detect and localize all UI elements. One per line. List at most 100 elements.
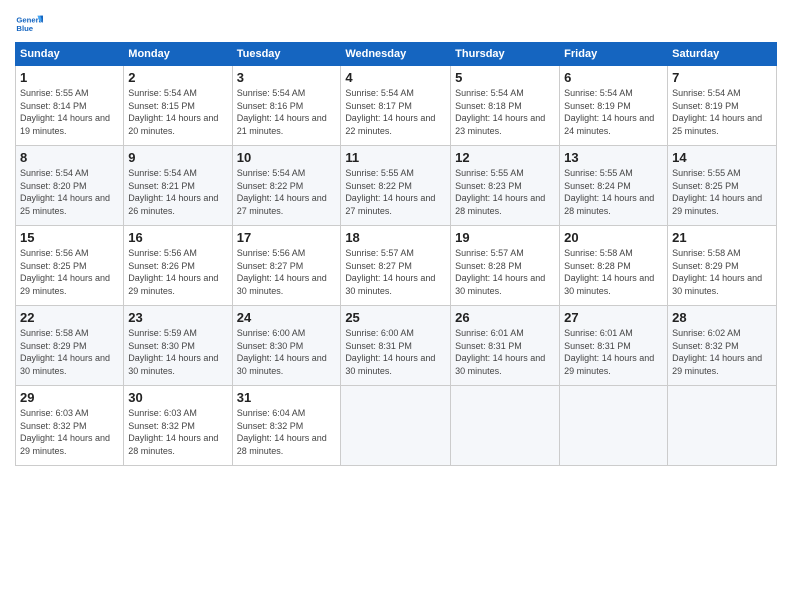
day-info: Sunrise: 5:54 AMSunset: 8:22 PMDaylight:… xyxy=(237,168,327,216)
calendar-cell xyxy=(560,386,668,466)
calendar-cell: 12 Sunrise: 5:55 AMSunset: 8:23 PMDaylig… xyxy=(451,146,560,226)
calendar-cell: 23 Sunrise: 5:59 AMSunset: 8:30 PMDaylig… xyxy=(124,306,232,386)
day-number: 10 xyxy=(237,150,337,165)
day-number: 23 xyxy=(128,310,227,325)
calendar-cell: 28 Sunrise: 6:02 AMSunset: 8:32 PMDaylig… xyxy=(668,306,777,386)
header-cell-saturday: Saturday xyxy=(668,43,777,66)
calendar-cell: 20 Sunrise: 5:58 AMSunset: 8:28 PMDaylig… xyxy=(560,226,668,306)
day-info: Sunrise: 5:54 AMSunset: 8:19 PMDaylight:… xyxy=(564,88,654,136)
day-info: Sunrise: 6:00 AMSunset: 8:31 PMDaylight:… xyxy=(345,328,435,376)
day-info: Sunrise: 5:54 AMSunset: 8:16 PMDaylight:… xyxy=(237,88,327,136)
calendar-week-5: 29 Sunrise: 6:03 AMSunset: 8:32 PMDaylig… xyxy=(16,386,777,466)
day-number: 21 xyxy=(672,230,772,245)
calendar-cell: 10 Sunrise: 5:54 AMSunset: 8:22 PMDaylig… xyxy=(232,146,341,226)
calendar-cell: 22 Sunrise: 5:58 AMSunset: 8:29 PMDaylig… xyxy=(16,306,124,386)
header-cell-monday: Monday xyxy=(124,43,232,66)
calendar-cell: 31 Sunrise: 6:04 AMSunset: 8:32 PMDaylig… xyxy=(232,386,341,466)
header-row: SundayMondayTuesdayWednesdayThursdayFrid… xyxy=(16,43,777,66)
day-info: Sunrise: 5:58 AMSunset: 8:29 PMDaylight:… xyxy=(672,248,762,296)
day-number: 27 xyxy=(564,310,663,325)
day-number: 28 xyxy=(672,310,772,325)
day-info: Sunrise: 5:56 AMSunset: 8:26 PMDaylight:… xyxy=(128,248,218,296)
header-cell-wednesday: Wednesday xyxy=(341,43,451,66)
day-info: Sunrise: 5:55 AMSunset: 8:24 PMDaylight:… xyxy=(564,168,654,216)
day-info: Sunrise: 5:54 AMSunset: 8:15 PMDaylight:… xyxy=(128,88,218,136)
day-info: Sunrise: 5:55 AMSunset: 8:22 PMDaylight:… xyxy=(345,168,435,216)
day-info: Sunrise: 5:59 AMSunset: 8:30 PMDaylight:… xyxy=(128,328,218,376)
calendar-week-1: 1 Sunrise: 5:55 AMSunset: 8:14 PMDayligh… xyxy=(16,66,777,146)
day-number: 12 xyxy=(455,150,555,165)
header-cell-tuesday: Tuesday xyxy=(232,43,341,66)
calendar-cell: 30 Sunrise: 6:03 AMSunset: 8:32 PMDaylig… xyxy=(124,386,232,466)
day-number: 24 xyxy=(237,310,337,325)
day-info: Sunrise: 5:54 AMSunset: 8:17 PMDaylight:… xyxy=(345,88,435,136)
day-number: 15 xyxy=(20,230,119,245)
calendar-cell: 1 Sunrise: 5:55 AMSunset: 8:14 PMDayligh… xyxy=(16,66,124,146)
calendar-cell: 5 Sunrise: 5:54 AMSunset: 8:18 PMDayligh… xyxy=(451,66,560,146)
day-number: 22 xyxy=(20,310,119,325)
calendar-cell: 14 Sunrise: 5:55 AMSunset: 8:25 PMDaylig… xyxy=(668,146,777,226)
calendar-cell: 4 Sunrise: 5:54 AMSunset: 8:17 PMDayligh… xyxy=(341,66,451,146)
day-number: 5 xyxy=(455,70,555,85)
calendar-week-4: 22 Sunrise: 5:58 AMSunset: 8:29 PMDaylig… xyxy=(16,306,777,386)
calendar-cell: 17 Sunrise: 5:56 AMSunset: 8:27 PMDaylig… xyxy=(232,226,341,306)
header-cell-thursday: Thursday xyxy=(451,43,560,66)
day-info: Sunrise: 6:03 AMSunset: 8:32 PMDaylight:… xyxy=(20,408,110,456)
svg-text:Blue: Blue xyxy=(16,24,33,33)
calendar-cell: 7 Sunrise: 5:54 AMSunset: 8:19 PMDayligh… xyxy=(668,66,777,146)
calendar-cell xyxy=(451,386,560,466)
day-number: 9 xyxy=(128,150,227,165)
calendar-header: SundayMondayTuesdayWednesdayThursdayFrid… xyxy=(16,43,777,66)
day-number: 4 xyxy=(345,70,446,85)
header: General Blue xyxy=(15,10,777,38)
day-number: 13 xyxy=(564,150,663,165)
day-number: 3 xyxy=(237,70,337,85)
calendar-cell: 16 Sunrise: 5:56 AMSunset: 8:26 PMDaylig… xyxy=(124,226,232,306)
calendar-cell: 18 Sunrise: 5:57 AMSunset: 8:27 PMDaylig… xyxy=(341,226,451,306)
day-number: 2 xyxy=(128,70,227,85)
calendar-cell: 25 Sunrise: 6:00 AMSunset: 8:31 PMDaylig… xyxy=(341,306,451,386)
day-number: 17 xyxy=(237,230,337,245)
day-number: 30 xyxy=(128,390,227,405)
day-info: Sunrise: 5:55 AMSunset: 8:14 PMDaylight:… xyxy=(20,88,110,136)
day-info: Sunrise: 6:01 AMSunset: 8:31 PMDaylight:… xyxy=(564,328,654,376)
day-number: 1 xyxy=(20,70,119,85)
calendar-week-3: 15 Sunrise: 5:56 AMSunset: 8:25 PMDaylig… xyxy=(16,226,777,306)
calendar-cell: 27 Sunrise: 6:01 AMSunset: 8:31 PMDaylig… xyxy=(560,306,668,386)
day-number: 7 xyxy=(672,70,772,85)
calendar-cell: 9 Sunrise: 5:54 AMSunset: 8:21 PMDayligh… xyxy=(124,146,232,226)
calendar-cell: 21 Sunrise: 5:58 AMSunset: 8:29 PMDaylig… xyxy=(668,226,777,306)
page: General Blue SundayMondayTuesdayWednesda… xyxy=(0,0,792,612)
calendar-week-2: 8 Sunrise: 5:54 AMSunset: 8:20 PMDayligh… xyxy=(16,146,777,226)
day-number: 31 xyxy=(237,390,337,405)
calendar-cell xyxy=(668,386,777,466)
calendar-cell: 15 Sunrise: 5:56 AMSunset: 8:25 PMDaylig… xyxy=(16,226,124,306)
day-number: 20 xyxy=(564,230,663,245)
day-info: Sunrise: 5:57 AMSunset: 8:28 PMDaylight:… xyxy=(455,248,545,296)
day-info: Sunrise: 5:58 AMSunset: 8:28 PMDaylight:… xyxy=(564,248,654,296)
day-info: Sunrise: 6:01 AMSunset: 8:31 PMDaylight:… xyxy=(455,328,545,376)
day-info: Sunrise: 5:56 AMSunset: 8:25 PMDaylight:… xyxy=(20,248,110,296)
calendar-table: SundayMondayTuesdayWednesdayThursdayFrid… xyxy=(15,42,777,466)
day-number: 25 xyxy=(345,310,446,325)
day-info: Sunrise: 5:57 AMSunset: 8:27 PMDaylight:… xyxy=(345,248,435,296)
calendar-cell: 2 Sunrise: 5:54 AMSunset: 8:15 PMDayligh… xyxy=(124,66,232,146)
day-info: Sunrise: 5:54 AMSunset: 8:21 PMDaylight:… xyxy=(128,168,218,216)
day-info: Sunrise: 5:54 AMSunset: 8:19 PMDaylight:… xyxy=(672,88,762,136)
day-number: 18 xyxy=(345,230,446,245)
calendar-cell: 29 Sunrise: 6:03 AMSunset: 8:32 PMDaylig… xyxy=(16,386,124,466)
header-cell-friday: Friday xyxy=(560,43,668,66)
day-info: Sunrise: 5:54 AMSunset: 8:18 PMDaylight:… xyxy=(455,88,545,136)
day-info: Sunrise: 5:56 AMSunset: 8:27 PMDaylight:… xyxy=(237,248,327,296)
calendar-cell: 8 Sunrise: 5:54 AMSunset: 8:20 PMDayligh… xyxy=(16,146,124,226)
calendar-cell: 26 Sunrise: 6:01 AMSunset: 8:31 PMDaylig… xyxy=(451,306,560,386)
logo: General Blue xyxy=(15,10,43,38)
calendar-cell: 24 Sunrise: 6:00 AMSunset: 8:30 PMDaylig… xyxy=(232,306,341,386)
header-cell-sunday: Sunday xyxy=(16,43,124,66)
day-info: Sunrise: 6:00 AMSunset: 8:30 PMDaylight:… xyxy=(237,328,327,376)
calendar-cell: 6 Sunrise: 5:54 AMSunset: 8:19 PMDayligh… xyxy=(560,66,668,146)
day-info: Sunrise: 6:02 AMSunset: 8:32 PMDaylight:… xyxy=(672,328,762,376)
day-info: Sunrise: 5:58 AMSunset: 8:29 PMDaylight:… xyxy=(20,328,110,376)
day-number: 29 xyxy=(20,390,119,405)
day-info: Sunrise: 5:55 AMSunset: 8:23 PMDaylight:… xyxy=(455,168,545,216)
